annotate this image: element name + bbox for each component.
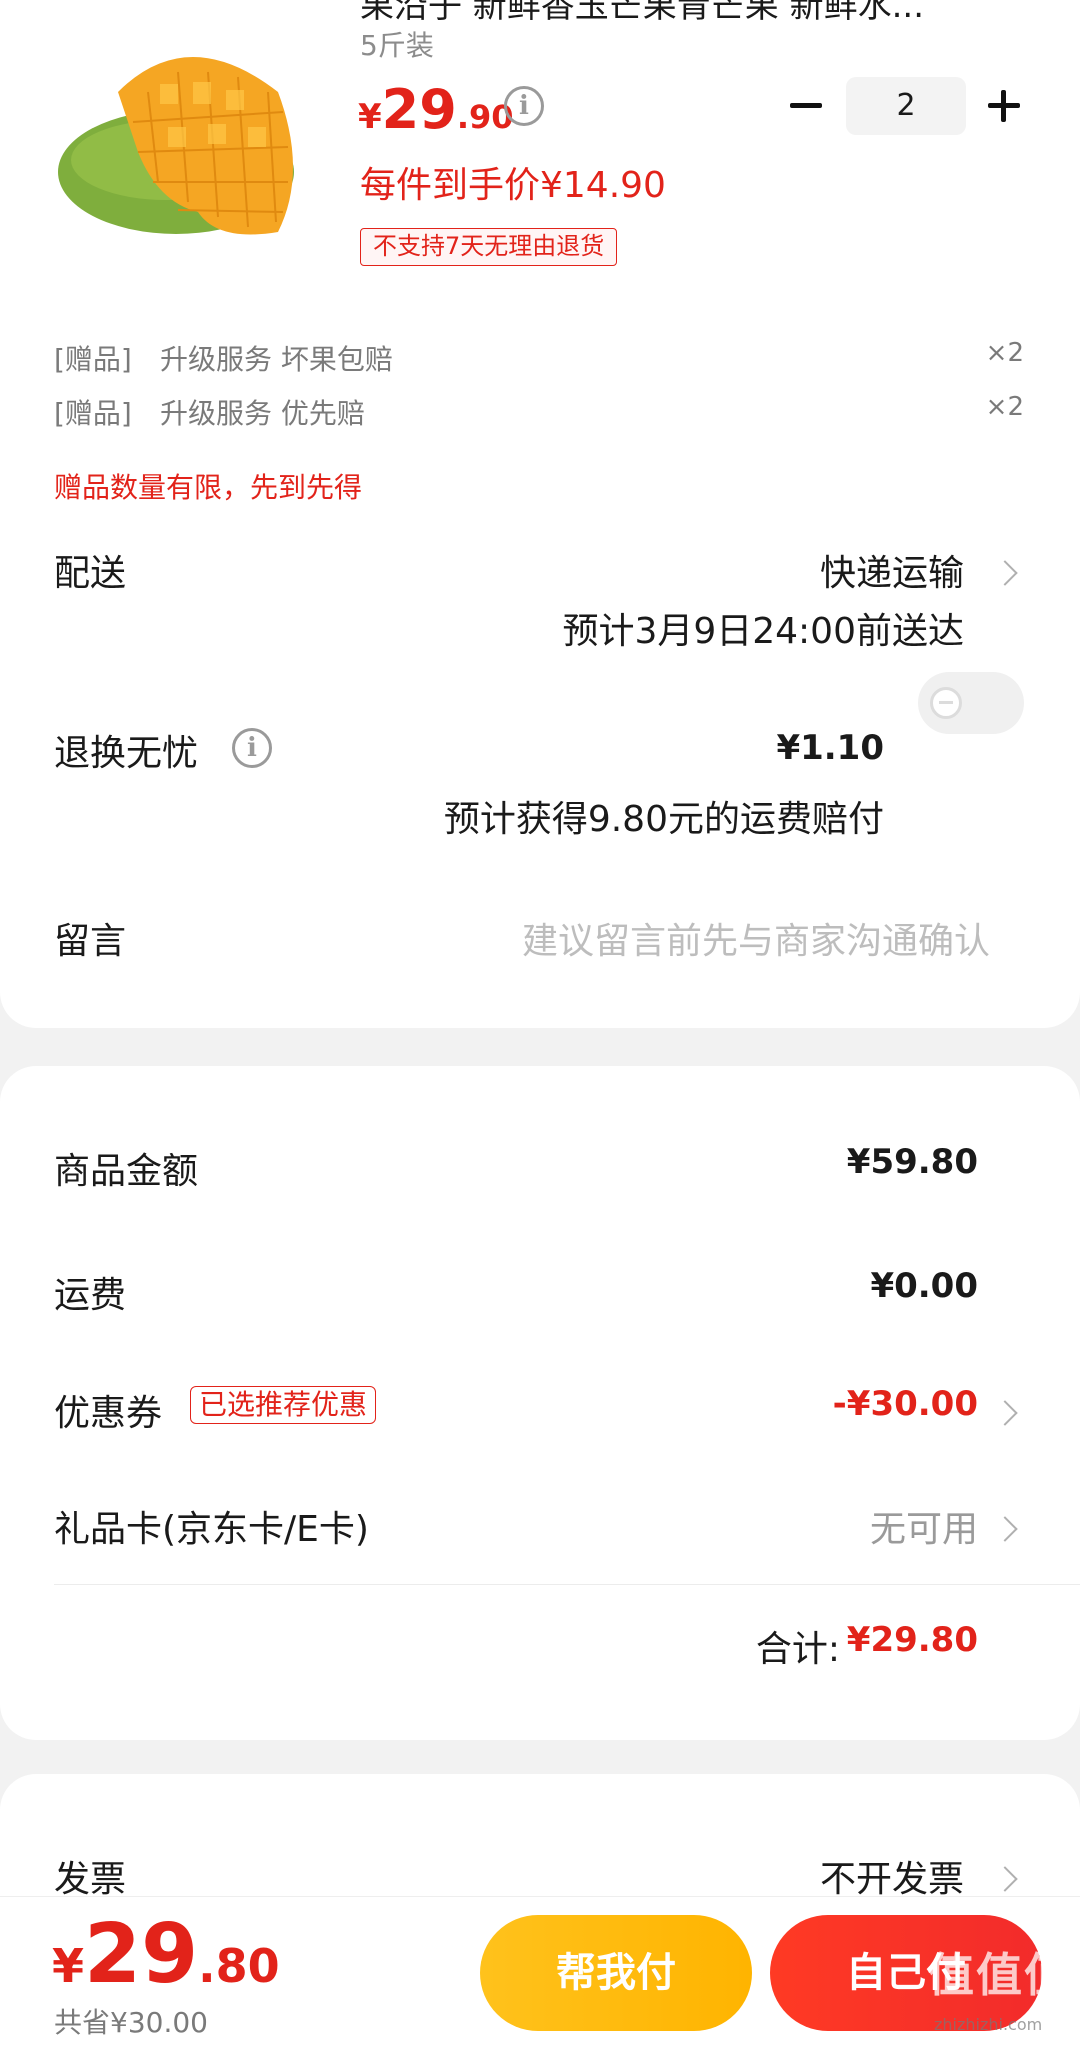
bottom-price-integer: 29: [84, 1907, 199, 2002]
toggle-knob: [930, 687, 962, 719]
product-title[interactable]: 果沿子 新鲜香玉芒果青芒果 新鲜水...: [360, 0, 1000, 27]
giftcard-chevron-icon[interactable]: [992, 1516, 1018, 1542]
gift-qty: ×2: [985, 392, 1024, 422]
delivery-eta: 预计3月9日24:00前送达: [562, 611, 964, 652]
total-label: 合计:: [755, 1629, 840, 1670]
product-spec: 5斤装: [360, 29, 434, 62]
product-card: 果沿子 新鲜香玉芒果青芒果 新鲜水... 5斤装 ¥29.90 i 每件到手价¥…: [0, 0, 1080, 1028]
bottom-price-currency: ¥: [52, 1939, 85, 1993]
return-info-icon[interactable]: i: [232, 728, 272, 768]
return-service-note: 预计获得9.80元的运费赔付: [443, 799, 884, 840]
mango-image[interactable]: [48, 32, 328, 242]
gift-qty: ×2: [985, 338, 1024, 368]
delivery-chevron-icon[interactable]: [992, 560, 1018, 586]
coupon-selected-tag[interactable]: 已选推荐优惠: [190, 1386, 377, 1424]
coupon-value[interactable]: -¥30.00: [833, 1384, 978, 1424]
summary-card: 商品金额 ¥59.80 运费 ¥0.00 优惠券 已选推荐优惠 -¥30.00 …: [0, 1066, 1080, 1740]
gift-tag: [赠品]: [54, 343, 132, 376]
gift-name: 升级服务 优先赔: [160, 397, 365, 430]
invoice-label: 发票: [54, 1859, 127, 1900]
invoice-chevron-icon[interactable]: [992, 1866, 1018, 1892]
gift-name: 升级服务 坏果包赔: [160, 343, 393, 376]
return-service-price: ¥1.10: [776, 728, 884, 768]
giftcard-label: 礼品卡(京东卡/E卡): [54, 1509, 369, 1550]
unit-price: 每件到手价¥14.90: [360, 165, 666, 206]
bottom-price-decimal: .80: [198, 1939, 280, 1993]
checkout-bar: ¥29.80 共省¥30.00 帮我付 自己付 值值值 zhizhizhi.co…: [0, 1896, 1080, 2050]
coupon-chevron-icon[interactable]: [992, 1400, 1018, 1426]
summary-divider: [54, 1584, 1080, 1585]
quantity-minus-button[interactable]: [784, 84, 828, 128]
shipping-value: ¥0.00: [870, 1266, 978, 1306]
bottom-total-price: ¥29.80: [52, 1907, 280, 2002]
price-info-icon[interactable]: i: [504, 86, 544, 126]
quantity-plus-button[interactable]: [982, 84, 1026, 128]
price-integer: 29: [381, 78, 457, 141]
return-service-label: 退换无忧: [54, 733, 199, 774]
gift-tag: [赠品]: [54, 397, 132, 430]
delivery-method[interactable]: 快递运输: [820, 544, 964, 596]
product-price: ¥29.90: [358, 78, 514, 141]
watermark-url: zhizhizhi.com: [934, 2015, 1043, 2034]
help-pay-button[interactable]: 帮我付: [480, 1915, 752, 2031]
invoice-value[interactable]: 不开发票: [820, 1850, 964, 1902]
saved-amount: 共省¥30.00: [54, 2006, 208, 2039]
goods-amount-label: 商品金额: [54, 1151, 199, 1192]
total-value: ¥29.80: [846, 1620, 978, 1660]
coupon-label: 优惠券: [54, 1393, 163, 1434]
gift-item: [赠品] 升级服务 优先赔 ×2: [54, 392, 1024, 432]
return-service-toggle[interactable]: [918, 672, 1024, 734]
order-confirm-page: 果沿子 新鲜香玉芒果青芒果 新鲜水... 5斤装 ¥29.90 i 每件到手价¥…: [0, 0, 1080, 2050]
goods-amount-value: ¥59.80: [846, 1142, 978, 1182]
no-return-tag: 不支持7天无理由退货: [360, 228, 618, 266]
price-currency: ¥: [358, 97, 382, 137]
giftcard-value[interactable]: 无可用: [870, 1500, 978, 1552]
message-input[interactable]: 建议留言前先与商家沟通确认: [522, 912, 990, 964]
delivery-label: 配送: [54, 553, 127, 594]
gift-item: [赠品] 升级服务 坏果包赔 ×2: [54, 338, 1024, 378]
gift-note: 赠品数量有限，先到先得: [54, 471, 363, 504]
watermark-logo: 值值值: [928, 1948, 1072, 2002]
shipping-label: 运费: [54, 1275, 127, 1316]
quantity-input[interactable]: 2: [846, 77, 966, 135]
message-label: 留言: [54, 921, 127, 962]
